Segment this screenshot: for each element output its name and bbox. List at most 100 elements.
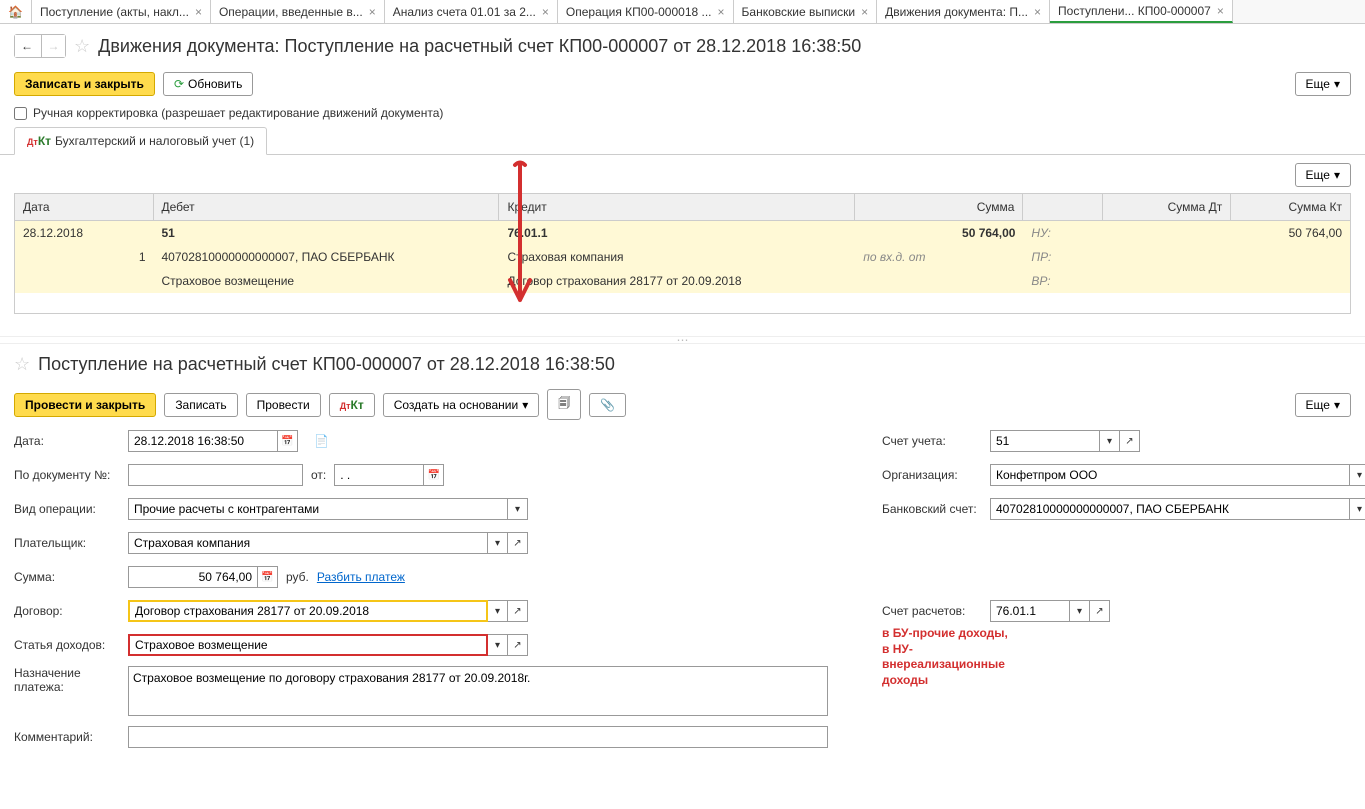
from-label: от: (311, 468, 326, 482)
split-payment-link[interactable]: Разбить платеж (317, 570, 405, 584)
col-date[interactable]: Дата (15, 194, 154, 221)
tab-6[interactable]: Поступлени... КП00-000007× (1050, 0, 1233, 23)
calendar-icon[interactable]: 📅 (424, 464, 444, 486)
related-button[interactable]: 🗐 (547, 389, 581, 420)
close-icon[interactable]: × (1217, 4, 1224, 18)
chevron-down-icon[interactable]: ▾ (1350, 464, 1365, 486)
contract-field[interactable] (128, 600, 488, 622)
rub-label: руб. (286, 570, 309, 584)
write-button[interactable]: Записать (164, 393, 237, 417)
payer-label: Плательщик: (14, 536, 120, 550)
forward-button[interactable]: → (41, 35, 65, 57)
splitter[interactable]: ⋯ (0, 336, 1365, 344)
purpose-field[interactable] (128, 666, 828, 716)
post-close-button[interactable]: Провести и закрыть (14, 393, 156, 417)
back-button[interactable]: ← (15, 35, 39, 57)
annotation-text: в БУ-прочие доходы, в НУ- внереализацион… (882, 626, 1008, 688)
dtkt-icon: ДтКт (340, 398, 364, 412)
close-icon[interactable]: × (1034, 5, 1041, 19)
table-row[interactable]: 28.12.2018 51 76.01.1 50 764,00 НУ: 50 7… (15, 221, 1350, 245)
tab-2[interactable]: Анализ счета 01.01 за 2...× (385, 0, 558, 23)
date-label: Дата: (14, 434, 120, 448)
dtkt-icon: ДтКт (27, 134, 51, 148)
sum-label: Сумма: (14, 570, 120, 584)
chevron-down-icon[interactable]: ▾ (508, 498, 528, 520)
settle-label: Счет расчетов: (882, 604, 982, 618)
table-row[interactable]: 1 40702810000000000007, ПАО СБЕРБАНК Стр… (15, 245, 1350, 269)
close-icon[interactable]: × (718, 5, 725, 19)
optype-field[interactable] (128, 498, 508, 520)
doc-title: Поступление на расчетный счет КП00-00000… (38, 354, 615, 375)
refresh-button[interactable]: ⟳Обновить (163, 72, 253, 96)
table-row[interactable]: Страховое возмещение Договор страхования… (15, 269, 1350, 293)
optype-label: Вид операции: (14, 502, 120, 516)
close-icon[interactable]: × (542, 5, 549, 19)
more-button-2[interactable]: Еще ▾ (1295, 393, 1351, 417)
calendar-icon[interactable]: 📅 (278, 430, 298, 452)
tab-1[interactable]: Операции, введенные в...× (211, 0, 385, 23)
calculator-icon[interactable]: 📅 (258, 566, 278, 588)
post-button[interactable]: Провести (246, 393, 321, 417)
account-field[interactable] (990, 430, 1100, 452)
contract-label: Договор: (14, 604, 120, 618)
tab-3[interactable]: Операция КП00-000018 ...× (558, 0, 734, 23)
attach-button[interactable]: 📎 (589, 393, 626, 417)
save-close-button[interactable]: Записать и закрыть (14, 72, 155, 96)
close-icon[interactable]: × (861, 5, 868, 19)
close-icon[interactable]: × (369, 5, 376, 19)
chevron-down-icon[interactable]: ▾ (1100, 430, 1120, 452)
chevron-down-icon[interactable]: ▾ (488, 600, 508, 622)
date-field[interactable] (128, 430, 278, 452)
open-icon[interactable]: ↗ (1090, 600, 1110, 622)
close-icon[interactable]: × (195, 5, 202, 19)
title-bar: ← → ☆ Движения документа: Поступление на… (0, 24, 1365, 68)
tab-4[interactable]: Банковские выписки× (734, 0, 878, 23)
account-label: Счет учета: (882, 434, 982, 448)
comment-field[interactable] (128, 726, 828, 748)
org-field[interactable] (990, 464, 1350, 486)
page-title: Движения документа: Поступление на расче… (98, 36, 861, 57)
chevron-down-icon[interactable]: ▾ (488, 532, 508, 554)
dtkt-button[interactable]: ДтКт (329, 393, 375, 417)
comment-label: Комментарий: (14, 730, 120, 744)
chevron-down-icon[interactable]: ▾ (1350, 498, 1365, 520)
refresh-icon: ⟳ (174, 77, 184, 91)
status-icon[interactable]: 📄 (314, 434, 329, 448)
create-based-button[interactable]: Создать на основании ▾ (383, 393, 540, 417)
settle-field[interactable] (990, 600, 1070, 622)
open-icon[interactable]: ↗ (508, 532, 528, 554)
top-toolbar: Записать и закрыть ⟳Обновить Еще ▾ (0, 68, 1365, 100)
bank-field[interactable] (990, 498, 1350, 520)
tab-0[interactable]: Поступление (акты, накл...× (32, 0, 211, 23)
chevron-down-icon[interactable]: ▾ (1070, 600, 1090, 622)
manual-edit-label: Ручная корректировка (разрешает редактир… (33, 106, 443, 120)
tab-5[interactable]: Движения документа: П...× (877, 0, 1050, 23)
income-field[interactable] (128, 634, 488, 656)
income-label: Статья доходов: (14, 638, 120, 652)
col-debit[interactable]: Дебет (154, 194, 500, 221)
from-date-field[interactable] (334, 464, 424, 486)
favorite-icon[interactable]: ☆ (74, 36, 90, 57)
purpose-label: Назначение платежа: (14, 666, 120, 694)
col-sum[interactable]: Сумма (855, 194, 1023, 221)
payer-field[interactable] (128, 532, 488, 554)
more-button[interactable]: Еще ▾ (1295, 72, 1351, 96)
accounting-tab[interactable]: ДтКт Бухгалтерский и налоговый учет (1) (14, 127, 267, 155)
panel-more-button[interactable]: Еще ▾ (1295, 163, 1351, 187)
col-credit[interactable]: Кредит (499, 194, 855, 221)
col-sumdt[interactable]: Сумма Дт (1103, 194, 1232, 221)
home-tab[interactable]: 🏠 (0, 0, 32, 23)
col-sumkt[interactable]: Сумма Кт (1231, 194, 1350, 221)
manual-edit-checkbox[interactable] (14, 107, 27, 120)
movements-table: Дата Дебет Кредит Сумма Сумма Дт Сумма К… (14, 193, 1351, 314)
chevron-down-icon[interactable]: ▾ (488, 634, 508, 656)
org-label: Организация: (882, 468, 982, 482)
docnum-label: По документу №: (14, 468, 120, 482)
favorite-icon[interactable]: ☆ (14, 354, 30, 375)
open-icon[interactable]: ↗ (508, 634, 528, 656)
sum-field[interactable] (128, 566, 258, 588)
col-empty (1023, 194, 1102, 221)
docnum-field[interactable] (128, 464, 303, 486)
open-icon[interactable]: ↗ (508, 600, 528, 622)
open-icon[interactable]: ↗ (1120, 430, 1140, 452)
